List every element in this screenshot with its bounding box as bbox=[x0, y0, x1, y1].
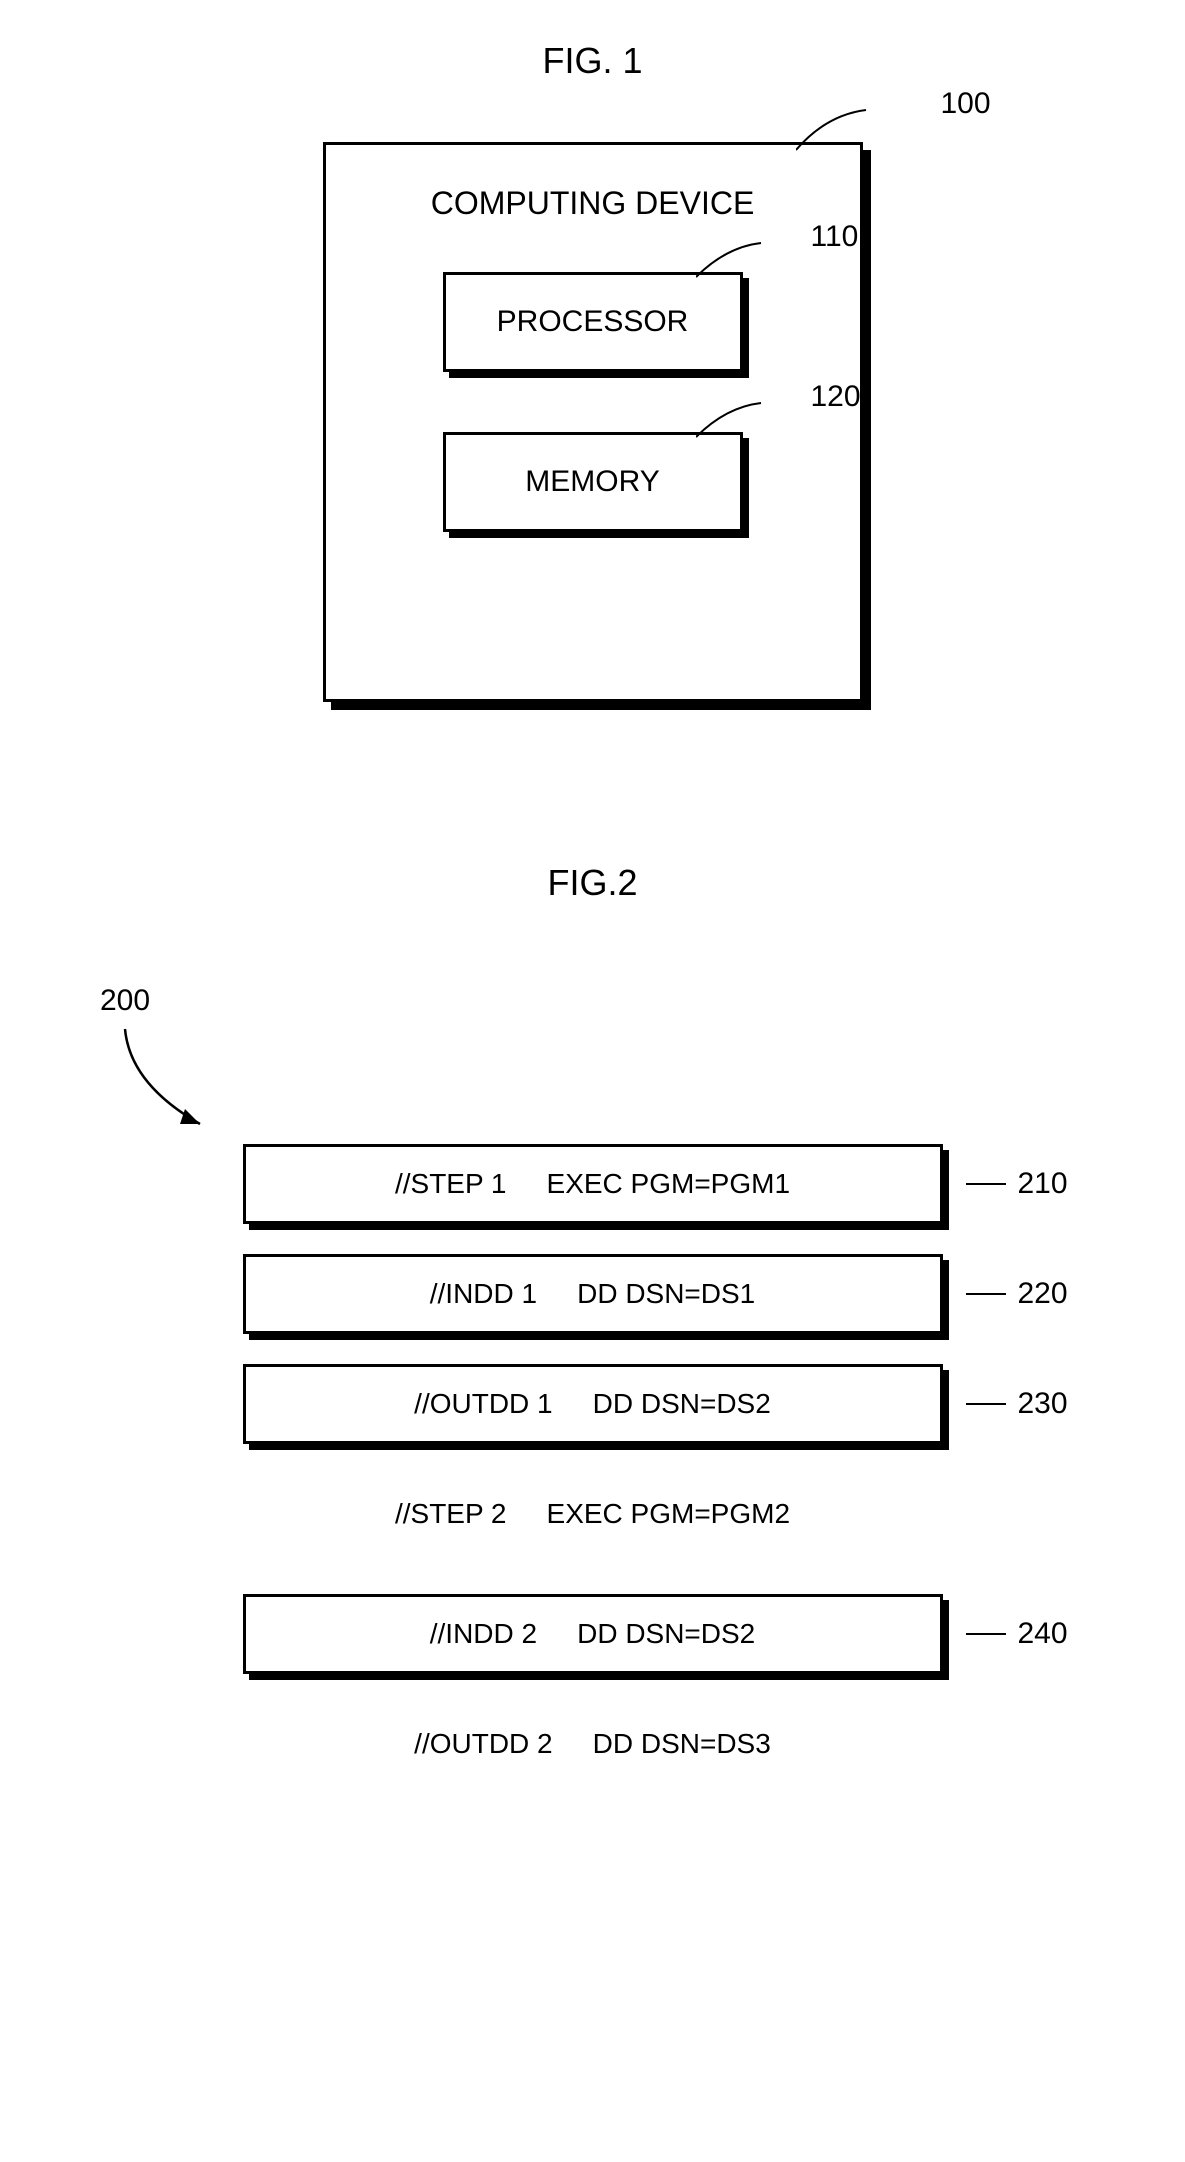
ref-120: 120 bbox=[811, 380, 861, 414]
fig1-container: COMPUTING DEVICE 100 PROCESSOR 110 MEMOR… bbox=[0, 142, 1185, 702]
row-left: //INDD 1 bbox=[430, 1278, 537, 1310]
row-right: EXEC PGM=PGM1 bbox=[547, 1168, 791, 1200]
fig2-container: 200 //STEP 1 EXEC PGM=PGM1 210 //INDD 1 … bbox=[0, 984, 1185, 1784]
ref-210: 210 bbox=[1018, 1167, 1068, 1201]
ref-210-wrap: 210 bbox=[966, 1167, 1068, 1201]
ref-100: 100 bbox=[941, 87, 991, 121]
ref-230-wrap: 230 bbox=[966, 1387, 1068, 1421]
row-indd1: //INDD 1 DD DSN=DS1 220 bbox=[243, 1254, 943, 1334]
row-left: //STEP 2 bbox=[395, 1498, 507, 1530]
row-step1: //STEP 1 EXEC PGM=PGM1 210 bbox=[243, 1144, 943, 1224]
row-indd2: //INDD 2 DD DSN=DS2 240 bbox=[243, 1594, 943, 1674]
leader-110 bbox=[696, 239, 806, 279]
leader-120 bbox=[696, 399, 806, 439]
row-left: //INDD 2 bbox=[430, 1618, 537, 1650]
ref-200: 200 bbox=[100, 984, 150, 1018]
row-right: DD DSN=DS3 bbox=[593, 1728, 771, 1760]
ref-220-wrap: 220 bbox=[966, 1277, 1068, 1311]
leader-dash bbox=[966, 1183, 1006, 1185]
fig2-group-ref-area: 200 bbox=[0, 984, 1185, 1104]
row-left: //STEP 1 bbox=[395, 1168, 507, 1200]
leader-dash bbox=[966, 1293, 1006, 1295]
row-right: DD DSN=DS2 bbox=[593, 1388, 771, 1420]
ref-220: 220 bbox=[1018, 1277, 1068, 1311]
row-outdd2: //OUTDD 2 DD DSN=DS3 bbox=[243, 1704, 943, 1784]
row-right: DD DSN=DS2 bbox=[577, 1618, 755, 1650]
computing-device-label: COMPUTING DEVICE bbox=[326, 185, 860, 222]
leader-100 bbox=[796, 105, 936, 155]
processor-label: PROCESSOR bbox=[497, 305, 689, 339]
row-right: DD DSN=DS1 bbox=[577, 1278, 755, 1310]
ref-240: 240 bbox=[1018, 1617, 1068, 1651]
ref-110: 110 bbox=[811, 220, 859, 254]
fig1-title: FIG. 1 bbox=[0, 40, 1185, 82]
row-step2: //STEP 2 EXEC PGM=PGM2 bbox=[243, 1474, 943, 1554]
leader-dash bbox=[966, 1403, 1006, 1405]
leader-dash bbox=[966, 1633, 1006, 1635]
row-left: //OUTDD 1 bbox=[414, 1388, 552, 1420]
processor-box: PROCESSOR 110 bbox=[443, 272, 743, 372]
ref-240-wrap: 240 bbox=[966, 1617, 1068, 1651]
row-outdd1: //OUTDD 1 DD DSN=DS2 230 bbox=[243, 1364, 943, 1444]
computing-device-box: COMPUTING DEVICE 100 PROCESSOR 110 MEMOR… bbox=[323, 142, 863, 702]
ref-230: 230 bbox=[1018, 1387, 1068, 1421]
fig2-title: FIG.2 bbox=[0, 862, 1185, 904]
memory-label: MEMORY bbox=[525, 465, 659, 499]
row-right: EXEC PGM=PGM2 bbox=[547, 1498, 791, 1530]
row-left: //OUTDD 2 bbox=[414, 1728, 552, 1760]
arrow-200 bbox=[115, 1024, 235, 1144]
memory-box: MEMORY 120 bbox=[443, 432, 743, 532]
